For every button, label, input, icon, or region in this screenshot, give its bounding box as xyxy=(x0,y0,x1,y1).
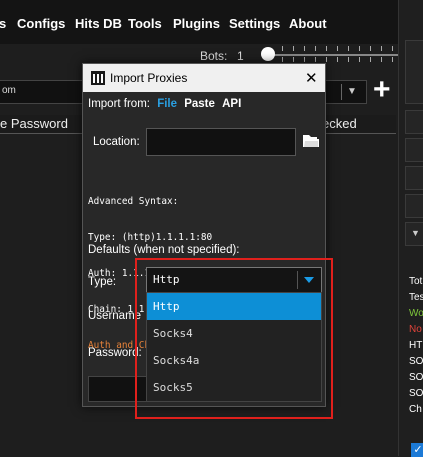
stat-label-http: HT xyxy=(409,340,423,351)
menu-item-plugins[interactable]: Plugins xyxy=(173,16,220,31)
slider-tick xyxy=(381,57,382,62)
bots-slider-track[interactable] xyxy=(266,54,406,56)
chevron-down-icon: ▼ xyxy=(347,86,357,97)
import-from-row: Import from: File Paste API xyxy=(88,98,241,110)
type-label: Type: xyxy=(88,276,117,288)
close-icon[interactable]: ✕ xyxy=(305,69,318,87)
dialog-titlebar[interactable]: Import Proxies ✕ xyxy=(83,64,325,92)
import-option-paste[interactable]: Paste xyxy=(184,98,215,110)
stat-label-socks5: SO xyxy=(409,388,423,399)
dialog-title: Import Proxies xyxy=(110,71,188,85)
select-separator xyxy=(341,84,342,100)
username-label: Username xyxy=(88,310,142,322)
slider-tick xyxy=(370,57,371,62)
folder-icon[interactable] xyxy=(302,133,320,149)
slider-tick xyxy=(348,57,349,62)
slider-tick xyxy=(359,46,360,51)
import-option-file[interactable]: File xyxy=(157,98,177,110)
slider-tick xyxy=(315,46,316,51)
checkbox-checked[interactable]: ✓ xyxy=(411,443,423,457)
wordlist-input[interactable]: om xyxy=(0,80,83,104)
stat-label-socks4a: SO xyxy=(409,372,423,383)
password-label: Password: xyxy=(88,347,142,359)
stat-label-chain: Ch xyxy=(409,404,422,415)
slider-tick xyxy=(326,57,327,62)
slider-tick xyxy=(293,46,294,51)
import-option-api[interactable]: API xyxy=(222,98,241,110)
menu-item-about[interactable]: About xyxy=(289,16,327,31)
slider-tick xyxy=(304,57,305,62)
bots-value: 1 xyxy=(237,49,244,63)
slider-tick xyxy=(348,46,349,51)
slider-tick xyxy=(392,46,393,51)
syntax-line: Type: (http)1.1.1.1:80 xyxy=(88,232,213,243)
import-from-label: Import from: xyxy=(88,98,150,110)
syntax-heading: Advanced Syntax: xyxy=(88,196,179,207)
stat-label-total: Tot xyxy=(409,276,423,287)
stat-label-not-working: No xyxy=(409,324,422,335)
menu-item-configs[interactable]: Configs xyxy=(17,16,65,31)
slider-tick xyxy=(282,46,283,51)
slider-tick xyxy=(304,46,305,51)
slider-tick xyxy=(359,57,360,62)
config-select[interactable]: ▼ xyxy=(325,80,367,104)
add-plus-button[interactable]: + xyxy=(373,75,395,105)
slider-tick xyxy=(381,46,382,51)
menu-bar: s Configs Hits DB Tools Plugins Settings… xyxy=(0,0,423,44)
column-header-password[interactable]: e Password xyxy=(0,116,68,131)
location-input[interactable] xyxy=(146,128,296,156)
chevron-down-icon: ▼ xyxy=(411,228,420,238)
slider-tick xyxy=(337,57,338,62)
annotation-highlight-box xyxy=(135,258,333,419)
slider-tick xyxy=(392,57,393,62)
bots-slider-handle[interactable] xyxy=(261,47,275,61)
menu-item-settings[interactable]: Settings xyxy=(229,16,280,31)
stat-label-socks4: SO xyxy=(409,356,423,367)
slider-tick xyxy=(326,46,327,51)
menu-item-tools[interactable]: Tools xyxy=(128,16,162,31)
right-panel-button[interactable] xyxy=(405,138,423,162)
defaults-label: Defaults (when not specified): xyxy=(88,244,240,256)
right-panel-button[interactable] xyxy=(405,110,423,134)
menu-item-hits-db[interactable]: Hits DB xyxy=(75,16,122,31)
right-panel-button[interactable] xyxy=(405,194,423,218)
slider-tick xyxy=(370,46,371,51)
right-panel-box xyxy=(405,40,423,104)
stat-label-working: Wo xyxy=(409,308,423,319)
right-panel-dropdown[interactable]: ▼ xyxy=(405,222,423,246)
wordlist-input-text: om xyxy=(2,85,16,96)
column-header-checked[interactable]: ecked xyxy=(322,116,357,131)
slider-tick xyxy=(337,46,338,51)
slider-tick xyxy=(293,57,294,62)
slider-tick xyxy=(315,57,316,62)
right-panel-button[interactable] xyxy=(405,166,423,190)
menu-item-partial[interactable]: s xyxy=(0,16,6,31)
bots-label: Bots: xyxy=(200,49,228,63)
location-label: Location: xyxy=(93,136,140,148)
slider-tick xyxy=(282,57,283,62)
app-icon xyxy=(91,71,105,85)
stat-label-tested: Tes xyxy=(409,292,423,303)
